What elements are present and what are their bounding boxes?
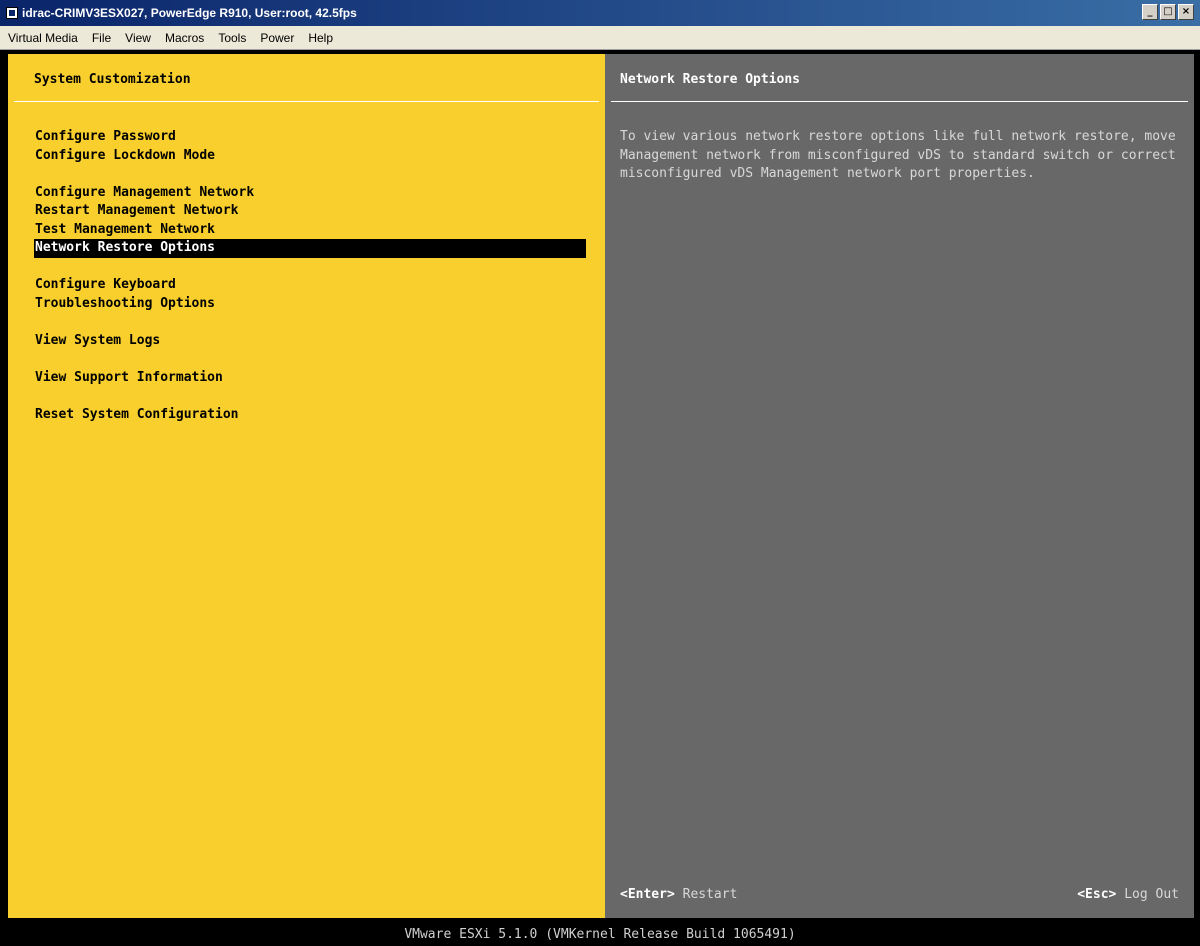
app-icon xyxy=(6,7,18,19)
esc-hint[interactable]: <Esc> Log Out xyxy=(1077,887,1179,902)
esc-action-label: Log Out xyxy=(1124,887,1179,902)
menu-file[interactable]: File xyxy=(90,29,113,47)
option-detail-pane: Network Restore Options To view various … xyxy=(605,54,1194,918)
menubar: Virtual Media File View Macros Tools Pow… xyxy=(0,26,1200,50)
menu-help[interactable]: Help xyxy=(306,29,335,47)
option-description: To view various network restore options … xyxy=(620,129,1176,181)
left-pane-title: System Customization xyxy=(34,72,191,87)
option-configure-lockdown-mode[interactable]: Configure Lockdown Mode xyxy=(34,147,586,166)
left-divider xyxy=(14,101,599,102)
option-network-restore-options[interactable]: Network Restore Options xyxy=(34,239,586,258)
option-test-management-network[interactable]: Test Management Network xyxy=(34,221,586,240)
option-troubleshooting-options[interactable]: Troubleshooting Options xyxy=(34,295,586,314)
option-configure-management-network[interactable]: Configure Management Network xyxy=(34,184,586,203)
window-title: idrac-CRIMV3ESX027, PowerEdge R910, User… xyxy=(22,6,357,20)
option-view-support-information[interactable]: View Support Information xyxy=(34,369,586,388)
option-reset-system-configuration[interactable]: Reset System Configuration xyxy=(34,406,586,425)
right-pane-title: Network Restore Options xyxy=(620,72,801,87)
customization-menu: Configure Password Configure Lockdown Mo… xyxy=(34,128,586,424)
enter-action-label: Restart xyxy=(682,887,738,902)
enter-hint[interactable]: <Enter> Restart xyxy=(620,887,737,902)
menu-tools[interactable]: Tools xyxy=(216,29,248,47)
menu-view[interactable]: View xyxy=(123,29,153,47)
menu-macros[interactable]: Macros xyxy=(163,29,206,47)
window-controls: _ □ × xyxy=(1142,4,1194,20)
option-configure-password[interactable]: Configure Password xyxy=(34,128,586,147)
esxi-version-bar: VMware ESXi 5.1.0 (VMKernel Release Buil… xyxy=(0,924,1200,946)
menu-virtual-media[interactable]: Virtual Media xyxy=(6,29,80,47)
window-titlebar: idrac-CRIMV3ESX027, PowerEdge R910, User… xyxy=(0,0,1200,26)
menu-power[interactable]: Power xyxy=(258,29,296,47)
right-divider xyxy=(611,101,1188,102)
remote-console[interactable]: System Customization Configure Password … xyxy=(0,50,1200,946)
option-restart-management-network[interactable]: Restart Management Network xyxy=(34,202,586,221)
close-icon[interactable]: × xyxy=(1178,4,1194,20)
system-customization-pane: System Customization Configure Password … xyxy=(8,54,605,918)
esc-key-label: <Esc> xyxy=(1077,887,1117,902)
minimize-icon[interactable]: _ xyxy=(1142,4,1158,20)
option-configure-keyboard[interactable]: Configure Keyboard xyxy=(34,276,586,295)
enter-key-label: <Enter> xyxy=(620,887,675,902)
maximize-icon[interactable]: □ xyxy=(1160,4,1176,20)
option-view-system-logs[interactable]: View System Logs xyxy=(34,332,586,351)
